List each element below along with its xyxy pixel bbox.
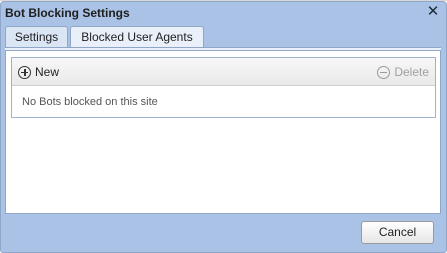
tab-settings[interactable]: Settings [5,26,68,47]
dialog-title-bar: Bot Blocking Settings ✕ [1,2,446,24]
new-button-label: New [35,65,60,79]
grid-toolbar: New Delete [12,58,435,86]
close-icon[interactable]: ✕ [426,4,440,19]
blocked-agents-grid: New Delete No Bots blocked on this site [11,57,436,118]
delete-button-label: Delete [394,65,429,79]
cancel-button[interactable]: Cancel [361,221,434,244]
dialog-title: Bot Blocking Settings [5,6,130,20]
tab-blocked-user-agents[interactable]: Blocked User Agents [70,26,204,48]
empty-message: No Bots blocked on this site [22,96,158,108]
tab-panel: New Delete No Bots blocked on this site [5,50,441,214]
tab-blocked-user-agents-label: Blocked User Agents [81,30,193,44]
new-button[interactable]: New [18,64,59,80]
minus-circle-icon [377,65,391,79]
dialog-footer: Cancel [1,214,446,252]
bot-blocking-dialog: Bot Blocking Settings ✕ Settings Blocked… [0,1,447,253]
plus-circle-icon [18,65,31,79]
delete-button[interactable]: Delete [377,64,429,80]
tab-settings-label: Settings [14,30,59,44]
